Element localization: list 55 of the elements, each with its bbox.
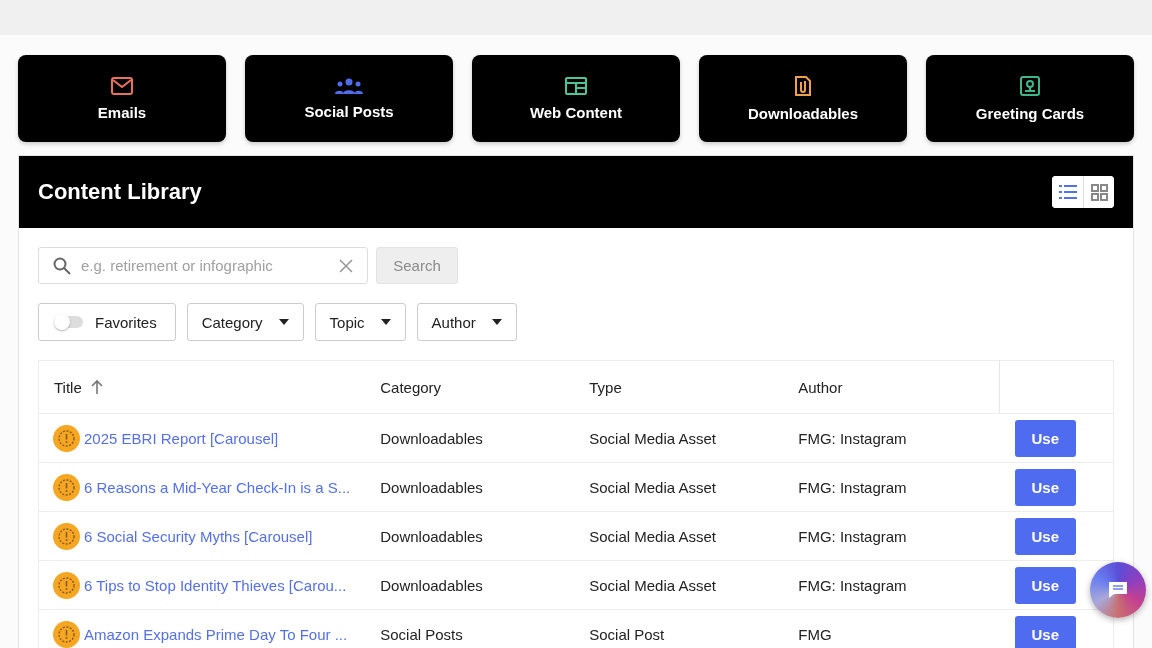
table-cell: Downloadables (365, 462, 575, 512)
grid-view-button[interactable] (1083, 176, 1114, 208)
table-cell: Social Media Asset (574, 511, 784, 561)
table-cell: FMG (783, 609, 1000, 648)
table-cell: Social Media Asset (574, 560, 784, 610)
panel-title: Content Library (38, 179, 202, 205)
warning-badge-icon (53, 522, 80, 550)
category-tile[interactable]: Social Posts (245, 55, 453, 142)
category-tile[interactable]: Downloadables (699, 55, 907, 142)
list-view-icon (1058, 185, 1077, 199)
caret-icon (278, 319, 289, 325)
warning-badge-icon (53, 473, 80, 501)
favorites-toggle[interactable]: Favorites (38, 303, 176, 341)
category-tile[interactable]: Web Content (472, 55, 680, 142)
use-button[interactable]: Use (1014, 468, 1076, 506)
column-header[interactable]: Title (54, 378, 82, 396)
column-header: Category (380, 378, 442, 396)
column-header: Author (798, 378, 843, 396)
table-cell: Downloadables (365, 413, 575, 463)
caret-icon (491, 319, 502, 325)
category-tile[interactable]: Emails (18, 55, 226, 142)
table-cell: Social Media Asset (574, 413, 784, 463)
clear-icon[interactable] (339, 258, 353, 273)
table-cell: FMG: Instagram (783, 560, 1000, 610)
grid-view-icon (1090, 183, 1108, 201)
sort-arrow-icon[interactable] (89, 379, 104, 395)
search-box[interactable]: e.g. retirement or infographic (38, 247, 368, 284)
table-cell: FMG: Instagram (783, 462, 1000, 512)
table-cell: Social Media Asset (574, 462, 784, 512)
content-title-link[interactable]: 2025 EBRI Report [Carousel] (84, 429, 279, 447)
content-title-link[interactable]: Amazon Expands Prime Day To Four ... (84, 625, 348, 643)
table-cell: FMG: Instagram (783, 413, 1000, 463)
table-cell: Social Post (574, 609, 784, 648)
content-title-link[interactable]: 6 Reasons a Mid-Year Check-In is a S... (84, 478, 351, 496)
chat-bubble-icon (1108, 581, 1128, 599)
table-cell: Downloadables (365, 511, 575, 561)
column-header: Type (589, 378, 622, 396)
table-cell: Social Posts (365, 609, 575, 648)
filter-dropdown[interactable]: Topic (314, 303, 406, 341)
filter-dropdown[interactable]: Author (416, 303, 517, 341)
warning-badge-icon (53, 571, 80, 599)
warning-badge-icon (53, 424, 80, 452)
content-title-link[interactable]: 6 Tips to Stop Identity Thieves [Carou... (84, 576, 347, 594)
use-button[interactable]: Use (1014, 566, 1076, 604)
use-button[interactable]: Use (1014, 419, 1076, 457)
search-icon (53, 256, 71, 275)
use-button[interactable]: Use (1014, 615, 1076, 648)
use-button[interactable]: Use (1014, 517, 1076, 555)
filter-dropdown[interactable]: Category (186, 303, 304, 341)
table-cell: FMG: Instagram (783, 511, 1000, 561)
category-tile[interactable]: Greeting Cards (926, 55, 1134, 142)
caret-icon (380, 319, 391, 325)
warning-badge-icon (53, 620, 80, 648)
content-title-link[interactable]: 6 Social Security Myths [Carousel] (84, 527, 313, 545)
table-cell: Downloadables (365, 560, 575, 610)
